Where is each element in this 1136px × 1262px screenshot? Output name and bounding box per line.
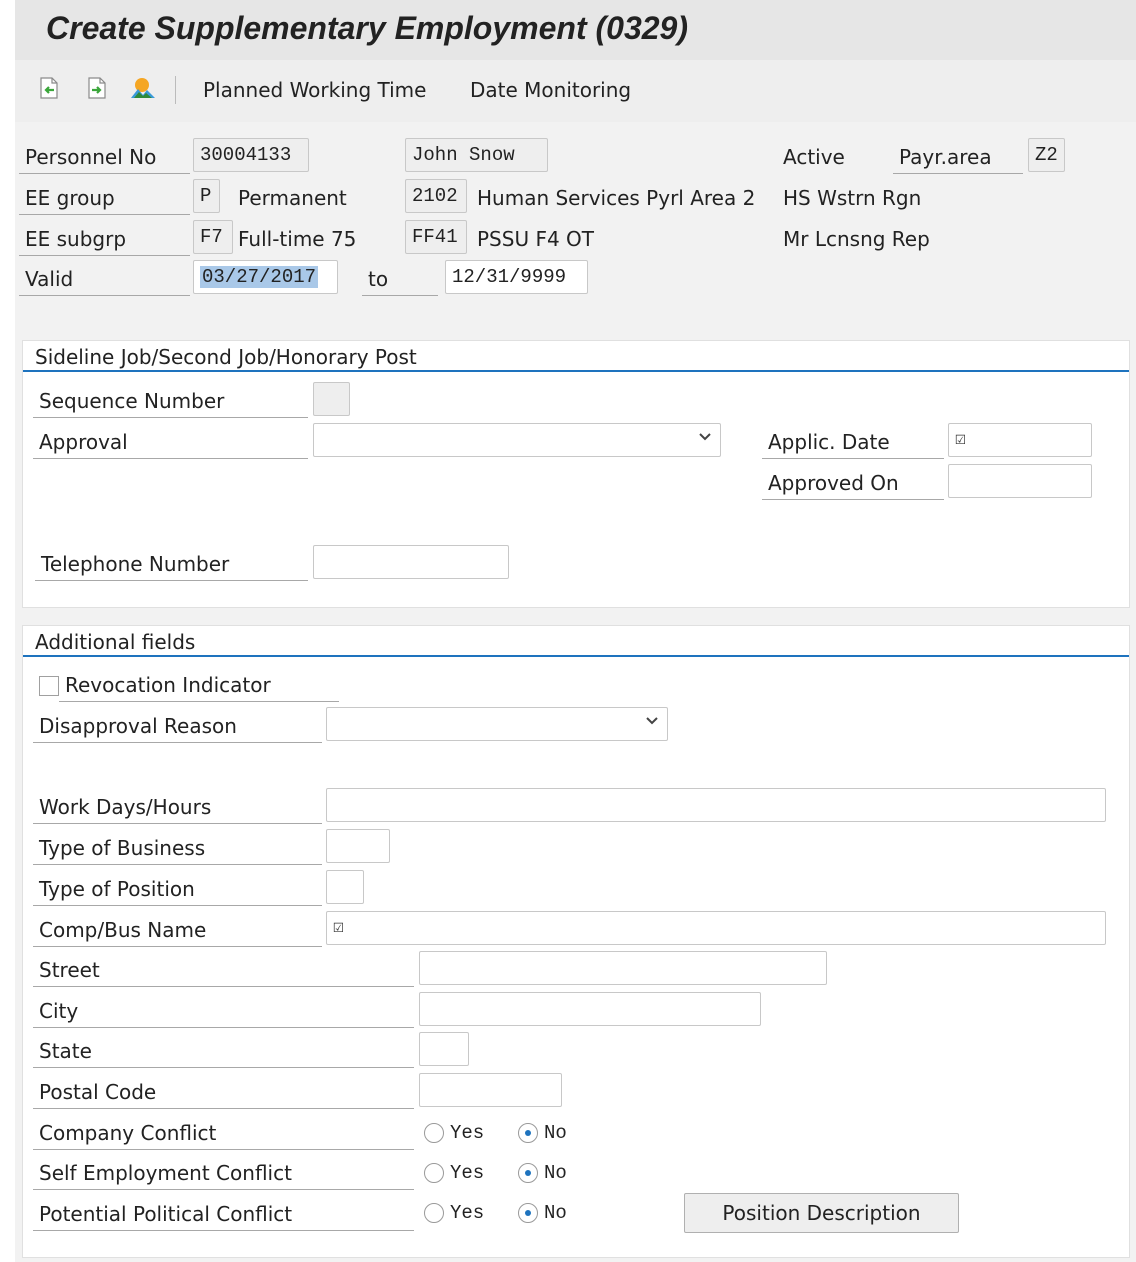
disapproval-reason-dropdown[interactable]: [326, 707, 668, 741]
subarea-text: PSSU F4 OT: [477, 227, 594, 251]
overview-icon[interactable]: [130, 76, 156, 100]
region-text: HS Wstrn Rgn: [783, 186, 922, 210]
planned-working-time-button[interactable]: Planned Working Time: [203, 78, 426, 102]
valid-label: Valid: [19, 262, 190, 296]
payroll-area-label: Payr.area: [893, 140, 1023, 174]
revocation-indicator-checkbox[interactable]: [39, 676, 59, 696]
self-employment-conflict-yes-radio[interactable]: [424, 1163, 444, 1183]
previous-record-icon[interactable]: [38, 76, 60, 100]
company-conflict-no-radio[interactable]: [518, 1123, 538, 1143]
valid-to-label: to: [362, 262, 438, 296]
personnel-no-field: 30004133: [193, 138, 309, 172]
telephone-number-input[interactable]: [313, 545, 509, 579]
city-label: City: [33, 994, 414, 1028]
applic-date-label: Applic. Date: [762, 425, 944, 459]
subarea-code-field: FF41: [405, 220, 467, 254]
street-label: Street: [33, 953, 414, 987]
city-input[interactable]: [419, 992, 761, 1026]
disapproval-reason-label: Disapproval Reason: [33, 709, 322, 743]
approved-on-input[interactable]: [948, 464, 1092, 498]
date-monitoring-button[interactable]: Date Monitoring: [470, 78, 631, 102]
payroll-area-field: Z2: [1028, 138, 1065, 172]
group-divider: [23, 655, 1129, 657]
group-divider: [23, 370, 1129, 372]
state-label: State: [33, 1034, 414, 1068]
self-employment-conflict-no-label: No: [544, 1162, 567, 1184]
chevron-down-icon: [699, 433, 711, 441]
political-conflict-yes-radio[interactable]: [424, 1203, 444, 1223]
political-conflict-label: Potential Political Conflict: [33, 1197, 414, 1231]
valid-to-input[interactable]: 12/31/9999: [445, 260, 588, 294]
position-description-button[interactable]: Position Description: [684, 1193, 959, 1233]
company-conflict-no-label: No: [544, 1122, 567, 1144]
type-of-position-label: Type of Position: [33, 872, 322, 906]
comp-bus-name-label: Comp/Bus Name: [33, 913, 322, 947]
revocation-indicator-label: Revocation Indicator: [59, 668, 339, 702]
personnel-no-label: Personnel No: [19, 140, 190, 174]
work-days-hours-input[interactable]: [326, 788, 1106, 822]
ee-subgroup-text: Full-time 75: [238, 227, 357, 251]
company-conflict-yes-label: Yes: [450, 1122, 485, 1144]
ee-group-label: EE group: [19, 181, 190, 215]
type-of-position-input[interactable]: [326, 870, 364, 904]
company-conflict-label: Company Conflict: [33, 1116, 414, 1150]
self-employment-conflict-no-radio[interactable]: [518, 1163, 538, 1183]
ee-subgroup-label: EE subgrp: [19, 222, 190, 256]
approval-dropdown[interactable]: [313, 423, 721, 457]
type-of-business-label: Type of Business: [33, 831, 322, 865]
sequence-number-field: [313, 382, 350, 416]
checkbox-required-icon: ☑: [333, 918, 344, 938]
company-conflict-yes-radio[interactable]: [424, 1123, 444, 1143]
valid-from-value: 03/27/2017: [200, 266, 319, 288]
ee-group-text: Permanent: [238, 186, 347, 210]
ee-group-code-field: P: [193, 179, 220, 213]
chevron-down-icon: [646, 717, 658, 725]
valid-from-input[interactable]: 03/27/2017: [193, 260, 338, 294]
representative-text: Mr Lcnsng Rep: [783, 227, 930, 251]
self-employment-conflict-yes-label: Yes: [450, 1162, 485, 1184]
type-of-business-input[interactable]: [326, 829, 390, 863]
sideline-group-title: Sideline Job/Second Job/Honorary Post: [35, 345, 417, 369]
additional-group-title: Additional fields: [35, 630, 196, 654]
approval-label: Approval: [33, 425, 308, 459]
personnel-area-text: Human Services Pyrl Area 2: [477, 186, 756, 210]
approved-on-label: Approved On: [762, 466, 944, 500]
next-record-icon[interactable]: [86, 76, 108, 100]
political-conflict-no-radio[interactable]: [518, 1203, 538, 1223]
work-days-hours-label: Work Days/Hours: [33, 790, 322, 824]
toolbar-separator: [175, 76, 176, 104]
employment-status: Active: [783, 145, 845, 169]
telephone-number-label: Telephone Number: [35, 547, 308, 581]
page-title: Create Supplementary Employment (0329): [46, 10, 688, 46]
applic-date-input[interactable]: ☑: [948, 423, 1092, 457]
state-input[interactable]: [419, 1032, 469, 1066]
personnel-area-code-field: 2102: [405, 179, 467, 213]
postal-code-input[interactable]: [419, 1073, 562, 1107]
sequence-number-label: Sequence Number: [33, 384, 308, 418]
ee-subgroup-code-field: F7: [193, 220, 233, 254]
comp-bus-name-input[interactable]: ☑: [326, 911, 1106, 945]
employee-name-field: John Snow: [405, 138, 548, 172]
street-input[interactable]: [419, 951, 827, 985]
self-employment-conflict-label: Self Employment Conflict: [33, 1156, 414, 1190]
checkbox-required-icon: ☑: [955, 430, 966, 450]
political-conflict-yes-label: Yes: [450, 1202, 485, 1224]
postal-code-label: Postal Code: [33, 1075, 414, 1109]
political-conflict-no-label: No: [544, 1202, 567, 1224]
